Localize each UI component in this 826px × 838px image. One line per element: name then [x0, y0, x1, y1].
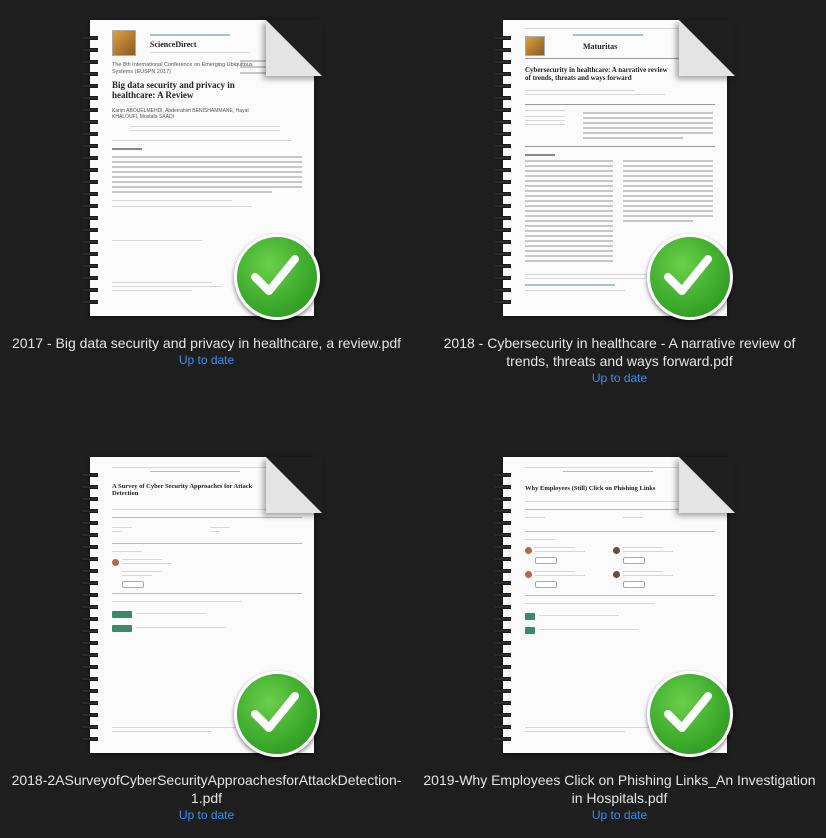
thumb-title: A Survey of Cyber Security Approaches fo…	[112, 483, 253, 498]
related-tag	[112, 625, 132, 632]
thumb-title: Cybersecurity in healthcare: A narrative…	[525, 66, 668, 83]
checkmark-badge-icon	[647, 671, 733, 757]
file-name[interactable]: 2017 - Big data security and privacy in …	[12, 335, 401, 351]
spiral-binding-icon	[82, 469, 98, 741]
thumb-heading: Maturitas	[583, 42, 618, 51]
checkmark-badge-icon	[234, 671, 320, 757]
avatar	[525, 547, 532, 554]
avatar	[613, 571, 620, 578]
file-caption[interactable]: 2017 - Big data security and privacy in …	[10, 334, 403, 368]
follow-button	[535, 581, 557, 588]
follow-button	[535, 557, 557, 564]
file-name[interactable]: 2019-Why Employees Click on Phishing Lin…	[423, 772, 815, 806]
publisher-logo	[112, 30, 136, 56]
file-item[interactable]: ScienceDirect The 8th International Conf…	[0, 0, 413, 419]
thumb-conference: The 8th International Conference on Emer…	[112, 62, 253, 75]
spiral-binding-icon	[82, 32, 98, 304]
thumb-authors: Karim ABOUELMEHDI, Abderrahim BENISHAMMA…	[112, 108, 249, 120]
file-name[interactable]: 2018-2ASurveyofCyberSecurityApproachesfo…	[12, 772, 402, 806]
thumb-heading: ScienceDirect	[150, 40, 197, 49]
file-caption[interactable]: 2019-Why Employees Click on Phishing Lin…	[423, 771, 816, 823]
file-name[interactable]: 2018 - Cybersecurity in healthcare - A n…	[444, 335, 796, 369]
avatar	[525, 571, 532, 578]
follow-button	[623, 557, 645, 564]
page-curl	[266, 457, 322, 513]
related-tag	[525, 613, 535, 620]
pdf-thumbnail[interactable]: Maturitas Cybersecurity in healthcare: A…	[495, 20, 735, 320]
sync-status: Up to date	[178, 808, 235, 822]
sync-status: Up to date	[591, 808, 648, 822]
file-caption[interactable]: 2018 - Cybersecurity in healthcare - A n…	[423, 334, 816, 386]
file-caption[interactable]: 2018-2ASurveyofCyberSecurityApproachesfo…	[10, 771, 403, 823]
related-tag	[112, 611, 132, 618]
follow-button	[623, 581, 645, 588]
file-item[interactable]: Maturitas Cybersecurity in healthcare: A…	[413, 0, 826, 419]
checkmark-badge-icon	[647, 234, 733, 320]
follow-button	[122, 581, 144, 588]
file-item[interactable]: Why Employees (Still) Click on Phishing …	[413, 419, 826, 838]
pdf-thumbnail[interactable]: Why Employees (Still) Click on Phishing …	[495, 457, 735, 757]
sync-status: Up to date	[178, 353, 235, 367]
related-tag	[525, 627, 535, 634]
page-curl	[266, 20, 322, 76]
publisher-logo	[525, 36, 545, 56]
page-curl	[679, 457, 735, 513]
pdf-thumbnail[interactable]: ScienceDirect The 8th International Conf…	[82, 20, 322, 320]
page-curl	[679, 20, 735, 76]
file-item[interactable]: A Survey of Cyber Security Approaches fo…	[0, 419, 413, 838]
thumb-title: Big data security and privacy in healthc…	[112, 80, 235, 101]
checkmark-badge-icon	[234, 234, 320, 320]
spiral-binding-icon	[495, 32, 511, 304]
pdf-thumbnail[interactable]: A Survey of Cyber Security Approaches fo…	[82, 457, 322, 757]
avatar	[112, 559, 119, 566]
sync-status: Up to date	[591, 371, 648, 385]
avatar	[613, 547, 620, 554]
thumb-title: Why Employees (Still) Click on Phishing …	[525, 485, 656, 492]
spiral-binding-icon	[495, 469, 511, 741]
